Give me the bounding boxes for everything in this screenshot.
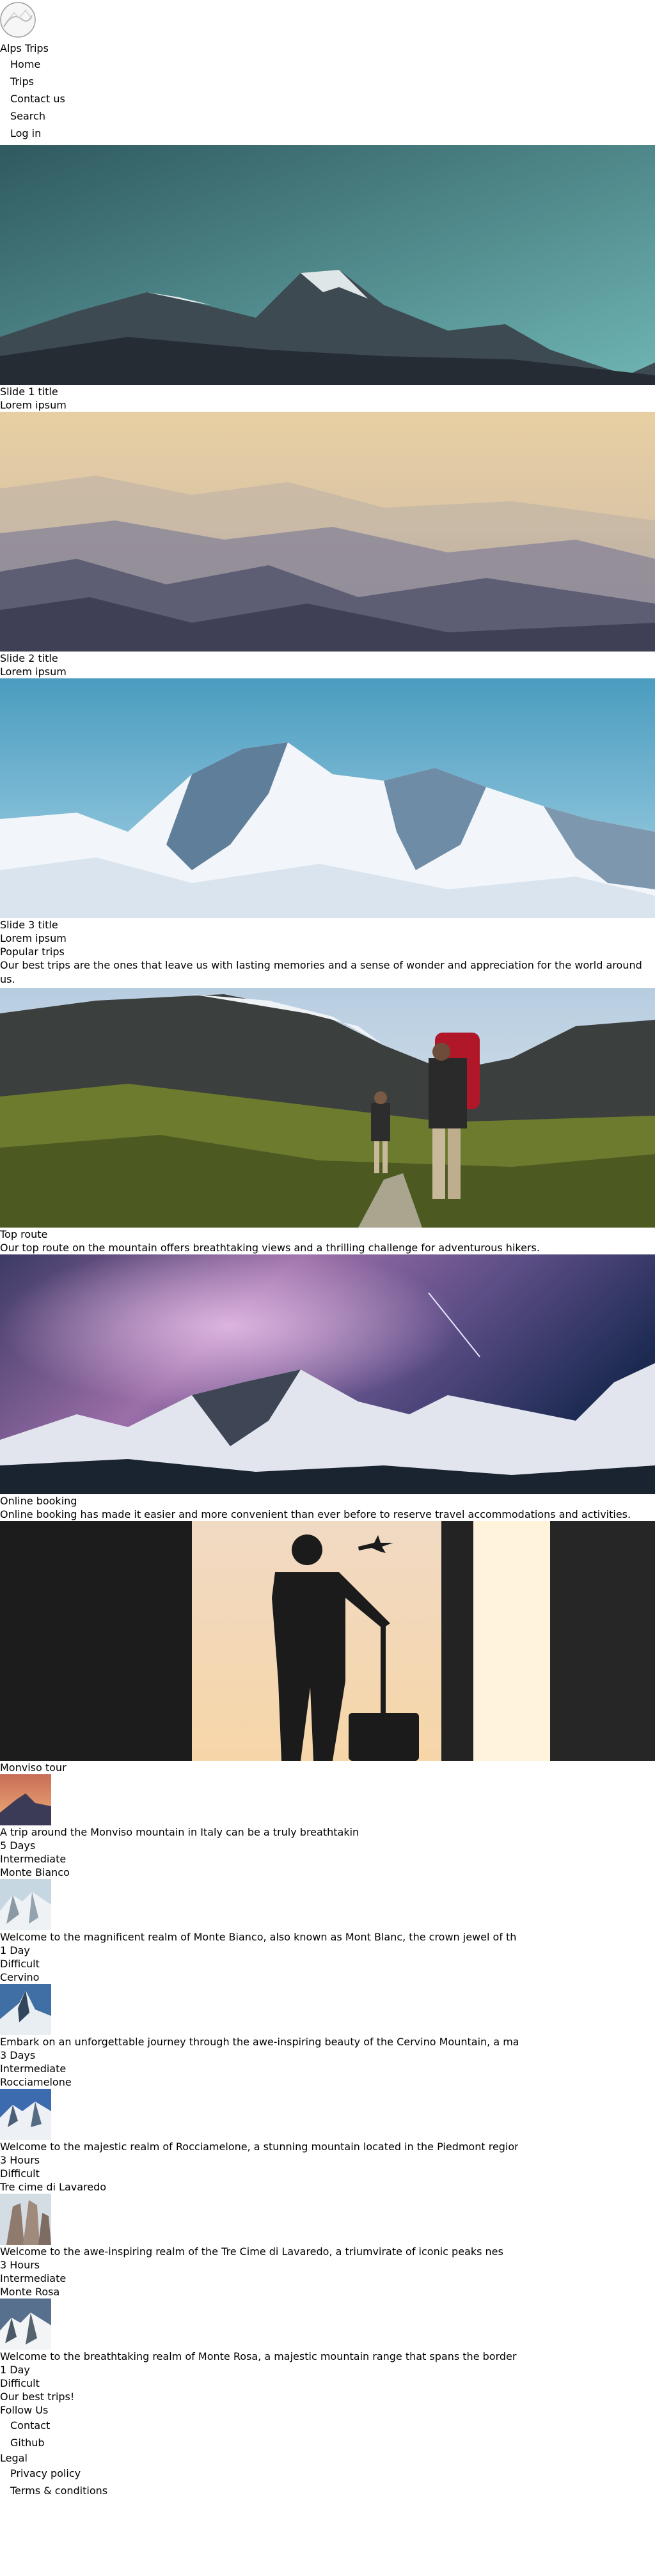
- footer-link-github[interactable]: Github: [10, 2434, 655, 2451]
- top-route-image: [0, 988, 655, 1228]
- popular-text: Our best trips are the ones that leave u…: [0, 959, 642, 985]
- tour-level: Difficult: [0, 2167, 40, 2180]
- main-nav: Home Trips Contact us Search Log in: [0, 56, 655, 142]
- nav-label: Contact us: [10, 93, 65, 105]
- site-footer: Our best trips! Follow Us Contact Github…: [0, 2390, 655, 2499]
- tour-duration: 3 Hours: [0, 2154, 40, 2166]
- tour-description: Welcome to the magnificent realm of Mont…: [0, 1931, 517, 1943]
- nav-item-home[interactable]: Home: [10, 56, 655, 73]
- slide-1-caption: Lorem ipsum: [0, 399, 67, 411]
- nav-item-search[interactable]: Search: [10, 107, 655, 125]
- footer-follow-list: Contact Github: [0, 2417, 655, 2451]
- tour-title[interactable]: Monte Rosa: [0, 2285, 655, 2299]
- slide-3-caption: Lorem ipsum: [0, 932, 67, 944]
- tour-level: Intermediate: [0, 2063, 67, 2075]
- footer-link-label: Terms & conditions: [10, 2485, 108, 2497]
- tour-description: A trip around the Monviso mountain in It…: [0, 1826, 359, 1838]
- slide-3-title: Slide 3 title: [0, 919, 58, 931]
- footer-tagline: Our best trips!: [0, 2391, 75, 2403]
- slide-1-title: Slide 1 title: [0, 386, 58, 398]
- tour-description: Embark on an unforgettable journey throu…: [0, 2036, 518, 2048]
- tour-duration: 3 Hours: [0, 2259, 40, 2271]
- footer-legal-list: Privacy policy Terms & conditions: [0, 2465, 655, 2499]
- footer-link-contact[interactable]: Contact: [10, 2417, 655, 2434]
- tour-thumbnail[interactable]: [0, 2299, 51, 2350]
- tour-duration: 1 Day: [0, 2364, 30, 2376]
- footer-link-terms[interactable]: Terms & conditions: [10, 2482, 655, 2499]
- slide-2-image[interactable]: [0, 412, 655, 652]
- tour-thumbnail[interactable]: [0, 2194, 51, 2245]
- feature-online-booking-title: Online booking: [0, 1495, 77, 1507]
- tour-thumbnail[interactable]: [0, 1774, 51, 1825]
- tour-duration: 5 Days: [0, 1839, 36, 1852]
- tour-thumbnail[interactable]: [0, 2089, 51, 2140]
- feature-top-route-text: Our top route on the mountain offers bre…: [0, 1242, 540, 1254]
- popular-heading: Popular trips: [0, 946, 65, 958]
- logo-icon[interactable]: [0, 0, 36, 42]
- nav-item-contact[interactable]: Contact us: [10, 90, 655, 107]
- nav-label: Search: [10, 110, 45, 122]
- nav-label: Log in: [10, 127, 42, 139]
- slide-1-image[interactable]: [0, 145, 655, 385]
- footer-link-label: Privacy policy: [10, 2467, 81, 2479]
- nav-item-login[interactable]: Log in: [10, 125, 655, 142]
- tour-description: Welcome to the breathtaking realm of Mon…: [0, 2350, 517, 2362]
- slide-2-title: Slide 2 title: [0, 652, 58, 664]
- nav-label: Trips: [10, 75, 34, 88]
- tour-title[interactable]: Monviso tour: [0, 1761, 655, 1774]
- site-title[interactable]: Alps Trips: [0, 42, 655, 56]
- tour-title[interactable]: Tre cime di Lavaredo: [0, 2180, 655, 2194]
- slide-2-caption: Lorem ipsum: [0, 666, 67, 678]
- tour-level: Intermediate: [0, 1853, 67, 1865]
- tour-thumbnail[interactable]: [0, 1879, 51, 1930]
- tour-level: Difficult: [0, 2377, 40, 2389]
- footer-legal-heading: Legal: [0, 2452, 28, 2464]
- tour-duration: 1 Day: [0, 1944, 30, 1956]
- tour-title[interactable]: Rocciamelone: [0, 2075, 655, 2089]
- tour-level: Intermediate: [0, 2272, 67, 2284]
- tour-title[interactable]: Monte Bianco: [0, 1866, 655, 1879]
- footer-link-label: Github: [10, 2437, 45, 2449]
- tour-duration: 3 Days: [0, 2049, 36, 2061]
- nav-item-trips[interactable]: Trips: [10, 73, 655, 90]
- feature-online-booking-text: Online booking has made it easier and mo…: [0, 1508, 631, 1520]
- online-booking-image: [0, 1254, 655, 1494]
- tour-level: Difficult: [0, 1958, 40, 1970]
- feature-top-route-title: Top route: [0, 1228, 48, 1240]
- tour-title[interactable]: Cervino: [0, 1971, 655, 1984]
- footer-link-privacy[interactable]: Privacy policy: [10, 2465, 655, 2482]
- nav-label: Home: [10, 58, 41, 70]
- footer-follow-heading: Follow Us: [0, 2404, 49, 2416]
- traveller-image: [0, 1521, 655, 1761]
- tour-description: Welcome to the awe-inspiring realm of th…: [0, 2245, 503, 2258]
- tour-thumbnail[interactable]: [0, 1984, 51, 2035]
- site-header: [0, 0, 655, 42]
- tour-description: Welcome to the majestic realm of Rocciam…: [0, 2141, 518, 2153]
- footer-link-label: Contact: [10, 2419, 51, 2432]
- slide-3-image[interactable]: [0, 678, 655, 918]
- tour-list: Monviso tour A trip around the Monviso m…: [0, 1761, 655, 2390]
